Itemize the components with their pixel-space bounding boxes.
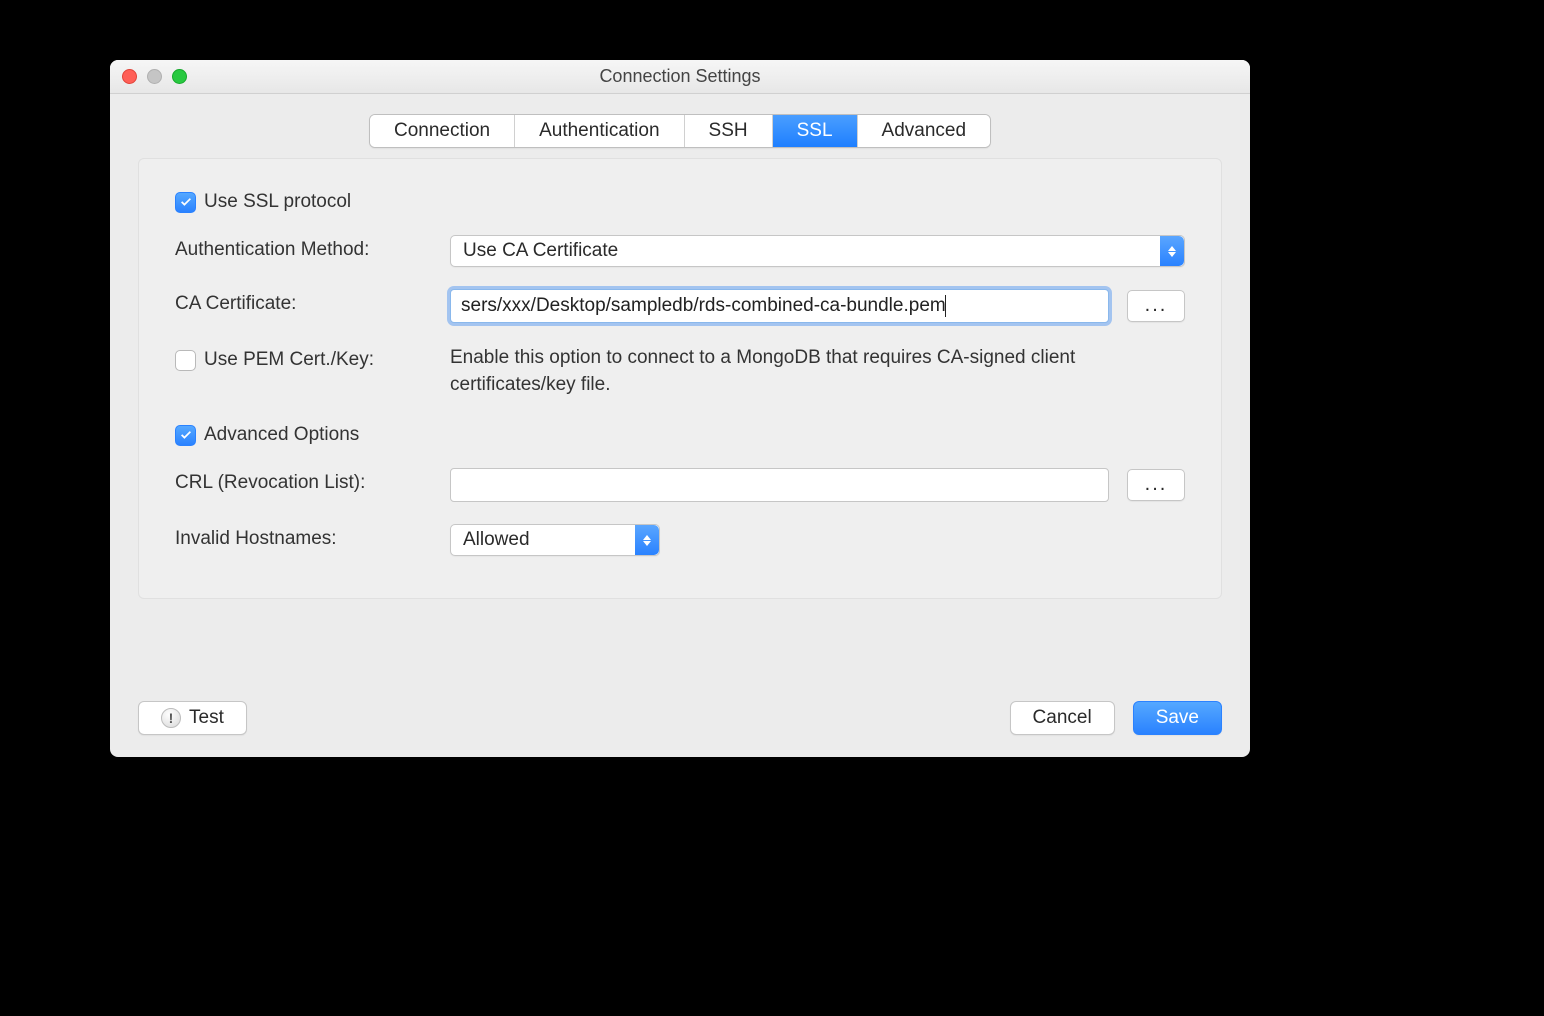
cancel-button[interactable]: Cancel: [1010, 701, 1115, 735]
crl-label: CRL (Revocation List):: [175, 472, 365, 494]
cancel-button-label: Cancel: [1033, 707, 1092, 729]
invalid-hostnames-label: Invalid Hostnames:: [175, 528, 337, 550]
invalid-hostnames-select[interactable]: Allowed: [450, 524, 660, 556]
test-button-label: Test: [189, 707, 224, 729]
close-window-button[interactable]: [122, 69, 137, 84]
advanced-options-checkbox[interactable]: [175, 425, 196, 446]
save-button-label: Save: [1156, 707, 1199, 729]
use-pem-checkbox[interactable]: [175, 350, 196, 371]
connection-settings-window: Connection Settings Connection Authentic…: [110, 60, 1250, 757]
titlebar: Connection Settings: [110, 60, 1250, 94]
warning-icon: !: [161, 708, 181, 728]
ssl-panel: Use SSL protocol Authentication Method: …: [138, 158, 1222, 599]
pem-help-text: Enable this option to connect to a Mongo…: [450, 345, 1185, 398]
use-ssl-label: Use SSL protocol: [204, 191, 351, 213]
auth-method-value: Use CA Certificate: [463, 240, 618, 262]
invalid-hostnames-value: Allowed: [463, 529, 530, 551]
ca-cert-input[interactable]: sers/xxx/Desktop/sampledb/rds-combined-c…: [450, 289, 1109, 323]
ca-cert-browse-button[interactable]: ...: [1127, 290, 1185, 322]
advanced-options-label: Advanced Options: [204, 424, 359, 446]
traffic-lights: [122, 69, 187, 84]
minimize-window-button[interactable]: [147, 69, 162, 84]
ca-cert-value: sers/xxx/Desktop/sampledb/rds-combined-c…: [461, 295, 946, 317]
crl-browse-button[interactable]: ...: [1127, 469, 1185, 501]
crl-input[interactable]: [450, 468, 1109, 502]
window-title: Connection Settings: [599, 66, 760, 87]
tab-advanced[interactable]: Advanced: [858, 115, 991, 147]
ca-cert-label: CA Certificate:: [175, 293, 296, 315]
zoom-window-button[interactable]: [172, 69, 187, 84]
tab-ssh[interactable]: SSH: [685, 115, 773, 147]
tab-connection[interactable]: Connection: [370, 115, 515, 147]
auth-method-label: Authentication Method:: [175, 239, 369, 261]
test-button[interactable]: ! Test: [138, 701, 247, 735]
use-pem-label: Use PEM Cert./Key:: [204, 349, 374, 371]
save-button[interactable]: Save: [1133, 701, 1222, 735]
use-ssl-checkbox[interactable]: [175, 192, 196, 213]
updown-icon: [1160, 236, 1184, 266]
tab-bar: Connection Authentication SSH SSL Advanc…: [110, 94, 1250, 158]
tab-authentication[interactable]: Authentication: [515, 115, 684, 147]
tab-ssl[interactable]: SSL: [773, 115, 858, 147]
tab-segmented-control: Connection Authentication SSH SSL Advanc…: [369, 114, 991, 148]
updown-icon: [635, 525, 659, 555]
auth-method-select[interactable]: Use CA Certificate: [450, 235, 1185, 267]
text-cursor: [945, 295, 946, 317]
dialog-footer: ! Test Cancel Save: [138, 701, 1222, 735]
